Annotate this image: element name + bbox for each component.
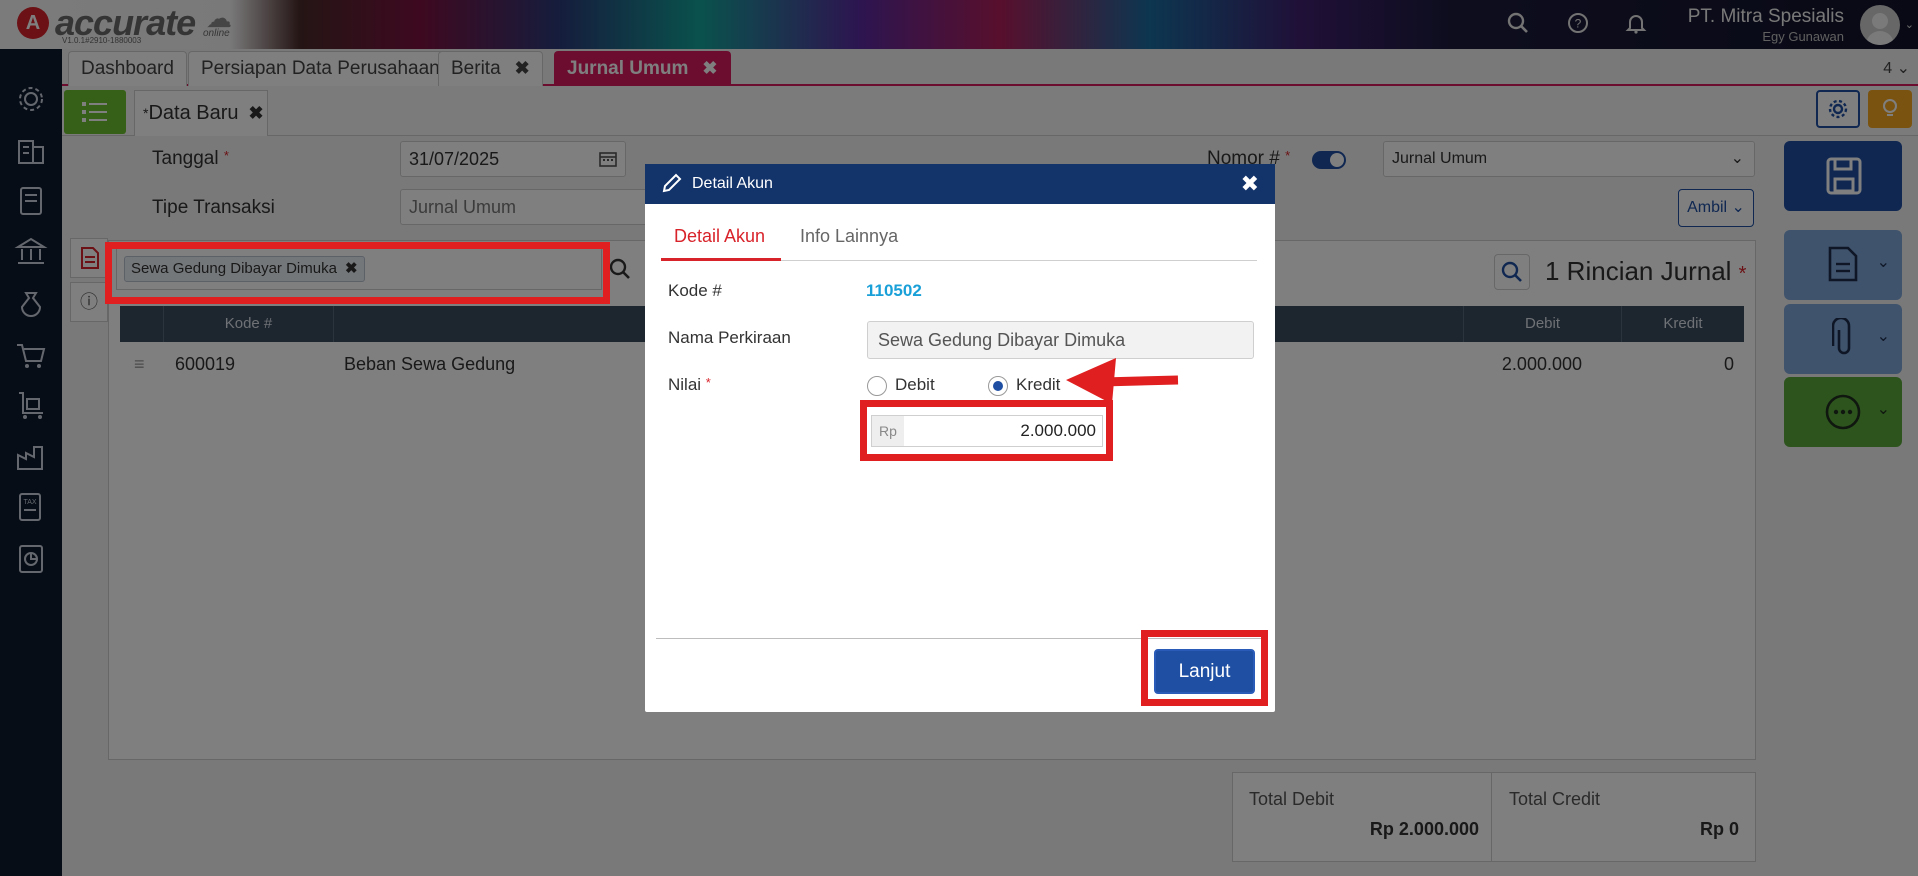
tab-info-lainnya[interactable]: Info Lainnya [800,226,898,247]
annotation-arrow-icon [1066,358,1179,404]
kode-value[interactable]: 110502 [866,281,922,301]
debit-radio-label[interactable]: Debit [895,375,935,395]
kode-label: Kode # [668,281,722,300]
dialog-title: Detail Akun [692,175,773,192]
pencil-icon [662,173,682,193]
debit-radio[interactable] [867,376,887,396]
nama-perkiraan-label: Nama Perkiraan [668,328,791,347]
dialog-header: Detail Akun ✖ [645,164,1275,204]
nilai-label: Nilai * [668,375,711,394]
nama-perkiraan-field[interactable]: Sewa Gedung Dibayar Dimuka [867,321,1254,359]
close-icon[interactable]: ✖ [1241,164,1259,204]
tab-detail-akun[interactable]: Detail Akun [674,226,765,247]
kredit-radio-label[interactable]: Kredit [1016,375,1060,395]
annotation-highlight-lanjut [1141,630,1268,706]
annotation-highlight-amount [860,400,1113,461]
active-tab-indicator [661,258,781,261]
annotation-highlight-account [105,242,610,304]
kredit-radio[interactable] [988,376,1008,396]
